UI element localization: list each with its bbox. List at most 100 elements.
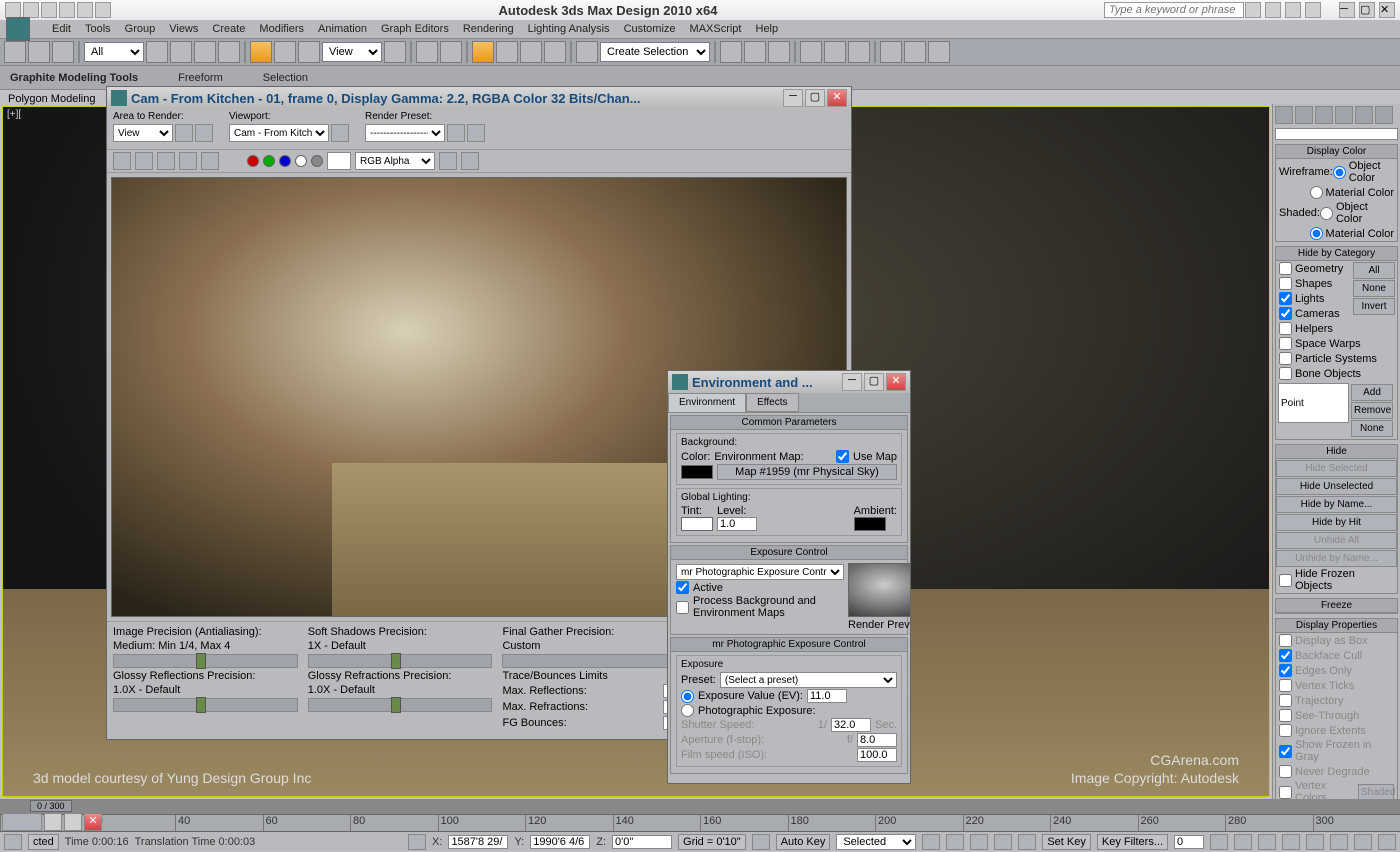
copy-image-icon[interactable]	[135, 152, 153, 170]
ref-coord-dropdown[interactable]: View	[322, 42, 382, 62]
pan-icon[interactable]	[1330, 834, 1348, 850]
blue-channel-icon[interactable]	[279, 155, 291, 167]
autokey-button[interactable]: Auto Key	[776, 834, 831, 850]
env-dialog-icon[interactable]	[467, 124, 485, 142]
new-icon[interactable]	[23, 2, 39, 18]
hide-cameras-check[interactable]	[1279, 307, 1292, 320]
close-icon[interactable]: ✕	[1379, 2, 1395, 18]
menu-create[interactable]: Create	[212, 23, 245, 35]
angle-snap-icon[interactable]	[496, 41, 518, 63]
dp-degrade-check[interactable]	[1279, 765, 1292, 778]
wireframe-object-radio[interactable]	[1333, 166, 1346, 179]
rollout-display-color[interactable]: Display Color	[1276, 145, 1397, 159]
taskbar-min-icon[interactable]	[44, 813, 62, 831]
menu-group[interactable]: Group	[125, 23, 156, 35]
shaded-object-radio[interactable]	[1320, 207, 1333, 220]
time-config-icon[interactable]	[1210, 834, 1228, 850]
area-render-dropdown[interactable]: View	[113, 124, 173, 142]
env-tab-environment[interactable]: Environment	[668, 393, 746, 412]
prev-frame-icon[interactable]	[946, 834, 964, 850]
app-menu-icon[interactable]	[5, 2, 21, 18]
hide-selected-button[interactable]: Hide Selected	[1276, 460, 1397, 477]
dp-backface-check[interactable]	[1279, 649, 1292, 662]
zoom-icon[interactable]	[1234, 834, 1252, 850]
env-close-icon[interactable]: ✕	[886, 373, 906, 391]
dp-seethrough-check[interactable]	[1279, 709, 1292, 722]
rollout-hide[interactable]: Hide	[1276, 445, 1397, 459]
dp-shaded-button[interactable]: Shaded	[1358, 784, 1394, 799]
hide-by-hit-button[interactable]: Hide by Hit	[1276, 514, 1397, 531]
save-image-icon[interactable]	[113, 152, 131, 170]
minimize-icon[interactable]: ─	[1339, 2, 1355, 18]
select-icon[interactable]	[146, 41, 168, 63]
cp-tab-motion-icon[interactable]	[1335, 106, 1353, 124]
render-preview-button[interactable]: Render Preview	[848, 619, 910, 631]
lock-viewport-icon[interactable]	[331, 124, 349, 142]
mirror-icon[interactable]	[720, 41, 742, 63]
glossy-refl-slider[interactable]	[113, 698, 298, 712]
hide-particles-check[interactable]	[1279, 352, 1292, 365]
object-color-swatch[interactable]	[1275, 128, 1398, 140]
rollout-hide-category[interactable]: Hide by Category	[1276, 247, 1397, 261]
env-tab-effects[interactable]: Effects	[746, 393, 798, 412]
menu-views[interactable]: Views	[169, 23, 198, 35]
iso-input[interactable]	[857, 748, 897, 762]
named-sel-icon[interactable]	[576, 41, 598, 63]
print-image-icon[interactable]	[179, 152, 197, 170]
hide-shapes-check[interactable]	[1279, 277, 1292, 290]
render-frame-icon[interactable]	[904, 41, 926, 63]
hide-add-button[interactable]: Add	[1351, 384, 1393, 401]
save-icon[interactable]	[59, 2, 75, 18]
hide-helpers-check[interactable]	[1279, 322, 1292, 335]
viewport-label[interactable]: [+][	[7, 109, 21, 120]
ribbon-tab-graphite[interactable]: Graphite Modeling Tools	[10, 72, 138, 84]
undo-icon[interactable]	[77, 2, 93, 18]
pivot-icon[interactable]	[384, 41, 406, 63]
glossy-refr-slider[interactable]	[308, 698, 493, 712]
percent-snap-icon[interactable]	[520, 41, 542, 63]
render-icon[interactable]	[928, 41, 950, 63]
ev-input[interactable]	[807, 689, 847, 703]
dp-vticks-check[interactable]	[1279, 679, 1292, 692]
menu-lighting[interactable]: Lighting Analysis	[528, 23, 610, 35]
dp-box-check[interactable]	[1279, 634, 1292, 647]
shutter-input[interactable]	[831, 718, 871, 732]
hide-list-input[interactable]	[1278, 383, 1349, 423]
shaded-material-radio[interactable]	[1310, 227, 1323, 240]
menu-modifiers[interactable]: Modifiers	[259, 23, 304, 35]
cp-tab-utilities-icon[interactable]	[1375, 106, 1393, 124]
level-input[interactable]	[717, 517, 757, 531]
exposure-active-check[interactable]	[676, 581, 689, 594]
env-min-icon[interactable]: ─	[842, 373, 862, 391]
window-crossing-icon[interactable]	[218, 41, 240, 63]
lock-icon[interactable]	[408, 834, 426, 850]
help-icon[interactable]	[1305, 2, 1321, 18]
unlink-icon[interactable]	[28, 41, 50, 63]
menu-help[interactable]: Help	[756, 23, 779, 35]
green-channel-icon[interactable]	[263, 155, 275, 167]
bg-color-swatch[interactable]	[681, 465, 713, 479]
curve-editor-icon[interactable]	[800, 41, 822, 63]
y-input[interactable]	[530, 835, 590, 849]
hide-all-button[interactable]: All	[1353, 262, 1395, 279]
search-go-icon[interactable]	[1245, 2, 1261, 18]
hide-spacewarps-check[interactable]	[1279, 337, 1292, 350]
wireframe-material-radio[interactable]	[1310, 186, 1323, 199]
exposure-preset-dropdown[interactable]: (Select a preset)	[720, 672, 897, 688]
menu-animation[interactable]: Animation	[318, 23, 367, 35]
z-input[interactable]	[612, 835, 672, 849]
soft-shadow-slider[interactable]	[308, 654, 493, 668]
next-frame-icon[interactable]	[994, 834, 1012, 850]
taskbar-max-icon[interactable]	[64, 813, 82, 831]
favorites-icon[interactable]	[1285, 2, 1301, 18]
image-precision-slider[interactable]	[113, 654, 298, 668]
env-max-icon[interactable]: ▢	[864, 373, 884, 391]
cp-tab-display-icon[interactable]	[1355, 106, 1373, 124]
goto-end-icon[interactable]	[1018, 834, 1036, 850]
toggle-overlay-icon[interactable]	[461, 152, 479, 170]
menu-tools[interactable]: Tools	[85, 23, 111, 35]
play-icon[interactable]	[970, 834, 988, 850]
render-setup-icon[interactable]	[880, 41, 902, 63]
spinner-snap-icon[interactable]	[544, 41, 566, 63]
aperture-input[interactable]	[857, 733, 897, 747]
